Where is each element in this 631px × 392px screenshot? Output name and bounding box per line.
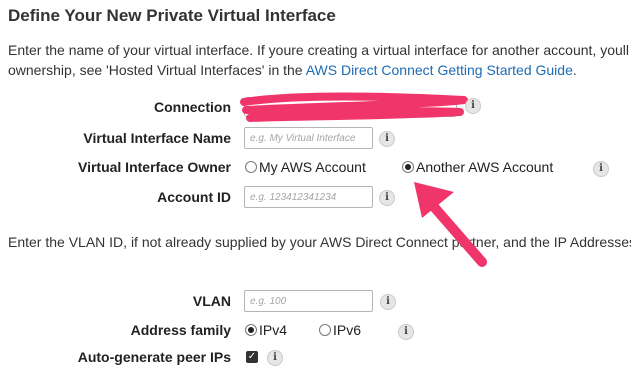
family-ipv4-label: IPv4 (259, 322, 288, 338)
autogen-checkbox[interactable]: ✓ (246, 351, 258, 363)
vif-name-input[interactable] (244, 127, 373, 149)
vif-name-label: Virtual Interface Name (83, 130, 231, 146)
owner-my-account-radio[interactable] (245, 161, 257, 173)
intro-text: ownership, see 'Hosted Virtual Interface… (8, 62, 306, 78)
annotation-arrow-icon (414, 182, 487, 267)
address-family-label: Address family (130, 322, 231, 338)
address-family-info-icon[interactable]: i (398, 324, 414, 340)
vlan-input[interactable] (244, 290, 373, 312)
owner-another-account-radio[interactable] (402, 161, 414, 173)
getting-started-guide-link[interactable]: AWS Direct Connect Getting Started Guide (306, 62, 573, 78)
intro-line-2: ownership, see 'Hosted Virtual Interface… (8, 60, 577, 80)
connection-label: Connection (154, 99, 231, 115)
owner-another-account-label: Another AWS Account (416, 159, 554, 175)
owner-option-my-account[interactable]: My AWS Account (245, 159, 366, 175)
family-ipv6-label: IPv6 (333, 322, 362, 338)
account-id-input[interactable] (244, 186, 373, 208)
family-ipv6-radio[interactable] (319, 324, 331, 336)
connection-info-icon[interactable]: i (465, 98, 481, 114)
vlan-info-icon[interactable]: i (380, 294, 396, 310)
owner-my-account-label: My AWS Account (259, 159, 366, 175)
family-option-ipv6[interactable]: IPv6 (319, 322, 361, 338)
autogen-info-icon[interactable]: i (267, 350, 283, 366)
owner-option-another-account[interactable]: Another AWS Account (402, 159, 553, 175)
owner-info-icon[interactable]: i (593, 161, 609, 177)
family-ipv4-radio[interactable] (245, 324, 257, 336)
redaction-scribble (240, 92, 468, 122)
page-title: Define Your New Private Virtual Interfac… (8, 6, 336, 25)
family-option-ipv4[interactable]: IPv4 (245, 322, 287, 338)
account-id-label: Account ID (157, 189, 231, 205)
vlan-intro-text: Enter the VLAN ID, if not already suppli… (8, 234, 631, 250)
account-id-info-icon[interactable]: i (379, 190, 395, 206)
autogen-label: Auto-generate peer IPs (77, 349, 231, 365)
page: Define Your New Private Virtual Interfac… (0, 0, 631, 392)
vlan-label: VLAN (192, 293, 231, 309)
vif-name-info-icon[interactable]: i (379, 131, 395, 147)
intro-suffix: . (572, 62, 577, 78)
owner-label: Virtual Interface Owner (77, 159, 231, 175)
intro-line-1: Enter the name of your virtual interface… (8, 42, 629, 58)
